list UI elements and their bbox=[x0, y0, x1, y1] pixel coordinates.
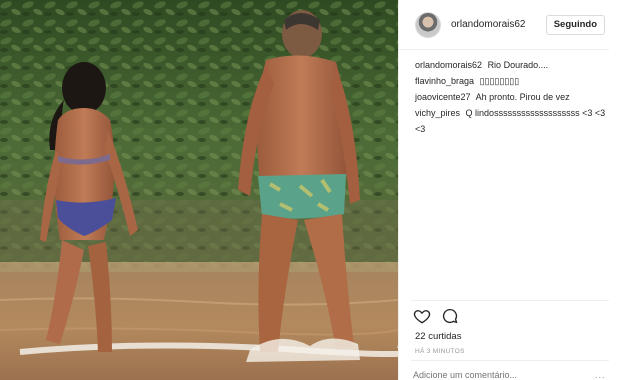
following-button[interactable]: Seguindo bbox=[545, 15, 605, 35]
divider bbox=[411, 360, 609, 361]
post-header: orlandomorais62 Seguindo bbox=[399, 0, 609, 50]
comment-text: Ah pronto. Pirou de vez bbox=[475, 92, 570, 102]
more-options-button[interactable]: ... bbox=[595, 370, 606, 380]
post-author-username[interactable]: orlandomorais62 bbox=[451, 19, 526, 30]
add-comment-input[interactable] bbox=[413, 368, 593, 380]
instagram-post: orlandomorais62 Seguindo orlandomorais62… bbox=[0, 0, 620, 380]
comment-text: ▯▯▯▯▯▯▯▯ bbox=[479, 76, 520, 86]
divider bbox=[411, 300, 609, 301]
post-timestamp: HÁ 3 MINUTOS bbox=[415, 348, 465, 355]
comment-author[interactable]: joaovicente27 bbox=[415, 92, 471, 102]
comment-item: flavinho_braga ▯▯▯▯▯▯▯▯ bbox=[415, 73, 611, 89]
comment-author[interactable]: vichy_pires bbox=[415, 108, 460, 118]
comment-item: orlandomorais62 Rio Dourado.... bbox=[415, 57, 611, 73]
heart-icon[interactable] bbox=[413, 307, 431, 325]
comment-author[interactable]: orlandomorais62 bbox=[415, 60, 482, 70]
comment-item: joaovicente27 Ah pronto. Pirou de vez bbox=[415, 89, 611, 105]
likes-count[interactable]: 22 curtidas bbox=[415, 331, 461, 342]
comments-list: orlandomorais62 Rio Dourado.... flavinho… bbox=[415, 57, 611, 137]
beach-photo-illustration bbox=[0, 0, 398, 380]
comment-text: Rio Dourado.... bbox=[487, 60, 549, 70]
avatar[interactable] bbox=[415, 11, 441, 38]
comment-author[interactable]: flavinho_braga bbox=[415, 76, 474, 86]
comment-item: vichy_pires Q lindosssssssssssssssssss <… bbox=[415, 105, 611, 137]
comment-icon[interactable] bbox=[441, 307, 459, 325]
post-photo[interactable] bbox=[0, 0, 398, 380]
post-actions bbox=[413, 307, 459, 325]
post-sidebar: orlandomorais62 Seguindo orlandomorais62… bbox=[398, 0, 620, 380]
